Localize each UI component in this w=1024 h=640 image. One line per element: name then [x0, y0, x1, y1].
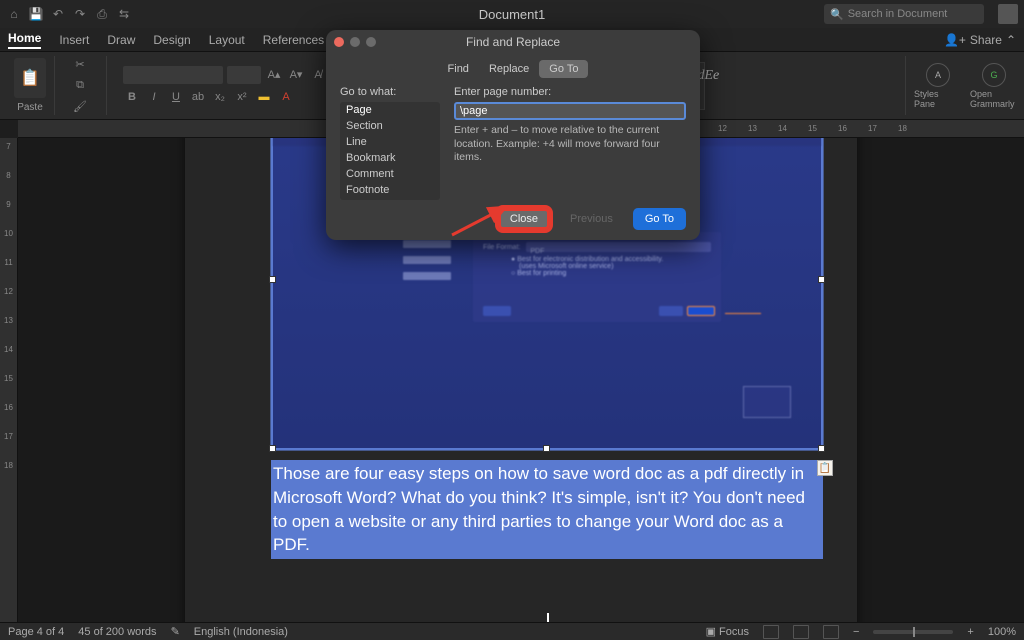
zoom-out-icon[interactable]: −: [853, 626, 859, 638]
share-button[interactable]: 👤+ Share ⌃: [944, 33, 1016, 47]
tab-replace[interactable]: Replace: [479, 60, 539, 78]
list-item[interactable]: Comment: [340, 166, 440, 182]
increase-font-icon[interactable]: A▴: [265, 66, 283, 84]
list-item[interactable]: Page: [340, 102, 440, 118]
grammarly-icon: G: [982, 63, 1006, 87]
more-icon[interactable]: ⇆: [116, 6, 132, 22]
page-status[interactable]: Page 4 of 4: [8, 626, 64, 638]
text-cursor: [547, 613, 549, 622]
tab-draw[interactable]: Draw: [107, 33, 135, 47]
tab-insert[interactable]: Insert: [59, 33, 89, 47]
dialog-titlebar[interactable]: Find and Replace: [326, 30, 700, 54]
zoom-slider[interactable]: [873, 630, 953, 634]
dialog-title: Find and Replace: [326, 35, 700, 49]
view-web-icon[interactable]: [793, 625, 809, 639]
view-outline-icon[interactable]: [823, 625, 839, 639]
bold-icon[interactable]: B: [123, 88, 141, 106]
styles-pane-button[interactable]: A Styles Pane: [914, 56, 962, 115]
dialog-tabs: Find Replace Go To: [326, 56, 700, 82]
font-family[interactable]: [123, 66, 223, 84]
close-button[interactable]: Close: [498, 208, 550, 230]
copy-icon[interactable]: ⧉: [71, 77, 89, 94]
previous-button[interactable]: Previous: [558, 208, 625, 230]
superscript-icon[interactable]: x²: [233, 88, 251, 106]
underline-icon[interactable]: U: [167, 88, 185, 106]
font-size[interactable]: [227, 66, 261, 84]
list-item[interactable]: Section: [340, 118, 440, 134]
find-replace-dialog: Find and Replace Find Replace Go To Go t…: [326, 30, 700, 240]
home-icon[interactable]: ⌂: [6, 6, 22, 22]
paste-options-icon[interactable]: 📋: [817, 460, 833, 476]
subscript-icon[interactable]: x₂: [211, 88, 229, 106]
document-text-selected[interactable]: Those are four easy steps on how to save…: [271, 460, 823, 559]
embedded-cancel: [659, 306, 683, 316]
vertical-ruler[interactable]: 789 101112 131415 161718: [0, 138, 18, 622]
quick-access-toolbar: ⌂ 💾 ↶ ↷ ⎙ ⇆: [6, 6, 132, 22]
minimize-window-icon[interactable]: [350, 37, 360, 47]
undo-icon[interactable]: ↶: [50, 6, 66, 22]
clipboard-group: 📋 Paste: [6, 56, 55, 115]
print-icon[interactable]: ⎙: [94, 6, 110, 22]
grammarly-button[interactable]: G Open Grammarly: [970, 56, 1018, 115]
zoom-in-icon[interactable]: +: [967, 626, 973, 638]
search-input[interactable]: 🔍 Search in Document: [824, 4, 984, 24]
focus-mode[interactable]: ▣ Focus: [706, 625, 749, 638]
italic-icon[interactable]: I: [145, 88, 163, 106]
title-bar: ⌂ 💾 ↶ ↷ ⎙ ⇆ Document1 🔍 Search in Docume…: [0, 0, 1024, 28]
cut-icon[interactable]: ✂: [71, 56, 89, 73]
goto-what-list[interactable]: Page Section Line Bookmark Comment Footn…: [340, 102, 440, 200]
list-item[interactable]: Bookmark: [340, 150, 440, 166]
avatar[interactable]: [998, 4, 1018, 24]
share-icon: 👤+: [944, 33, 966, 47]
goto-what-label: Go to what:: [340, 86, 440, 98]
search-icon: 🔍: [830, 8, 844, 21]
font-color-icon[interactable]: A: [277, 88, 295, 106]
tab-design[interactable]: Design: [153, 33, 190, 47]
format-painter-icon[interactable]: 🖌: [71, 98, 89, 115]
word-count[interactable]: 45 of 200 words: [78, 626, 156, 638]
list-item[interactable]: Endnote: [340, 198, 440, 200]
strike-icon[interactable]: ab: [189, 88, 207, 106]
list-item[interactable]: Footnote: [340, 182, 440, 198]
embedded-new-folder: [483, 306, 511, 316]
view-print-icon[interactable]: [763, 625, 779, 639]
tab-goto[interactable]: Go To: [539, 60, 588, 78]
goto-hint: Enter + and – to move relative to the cu…: [454, 124, 686, 165]
goto-button[interactable]: Go To: [633, 208, 686, 230]
paste-button[interactable]: 📋: [14, 58, 46, 98]
tab-find[interactable]: Find: [438, 60, 479, 78]
language-status[interactable]: English (Indonesia): [194, 626, 288, 638]
font-group: A▴ A▾ A̸ B I U ab x₂ x² ▬ A: [115, 56, 336, 115]
list-item[interactable]: Line: [340, 134, 440, 150]
tab-home[interactable]: Home: [8, 31, 41, 49]
spellcheck-icon[interactable]: ✎: [171, 625, 180, 638]
status-bar: Page 4 of 4 45 of 200 words ✎ English (I…: [0, 622, 1024, 640]
zoom-level[interactable]: 100%: [988, 626, 1016, 638]
close-window-icon[interactable]: [334, 37, 344, 47]
save-icon[interactable]: 💾: [28, 6, 44, 22]
chevron-up-icon: ⌃: [1006, 33, 1016, 47]
paste-label: Paste: [14, 102, 46, 113]
styles-pane-icon: A: [926, 63, 950, 87]
embedded-export: [687, 306, 715, 316]
page-number-input[interactable]: [454, 102, 686, 120]
search-placeholder: Search in Document: [848, 8, 948, 20]
redo-icon[interactable]: ↷: [72, 6, 88, 22]
decrease-font-icon[interactable]: A▾: [287, 66, 305, 84]
enter-page-label: Enter page number:: [454, 86, 686, 98]
clear-format-icon[interactable]: A̸: [309, 66, 327, 84]
tab-references[interactable]: References: [263, 33, 324, 47]
zoom-window-icon[interactable]: [366, 37, 376, 47]
highlight-icon[interactable]: ▬: [255, 88, 273, 106]
clipboard-extra: ✂ ⧉ 🖌: [63, 56, 107, 115]
tab-layout[interactable]: Layout: [209, 33, 245, 47]
